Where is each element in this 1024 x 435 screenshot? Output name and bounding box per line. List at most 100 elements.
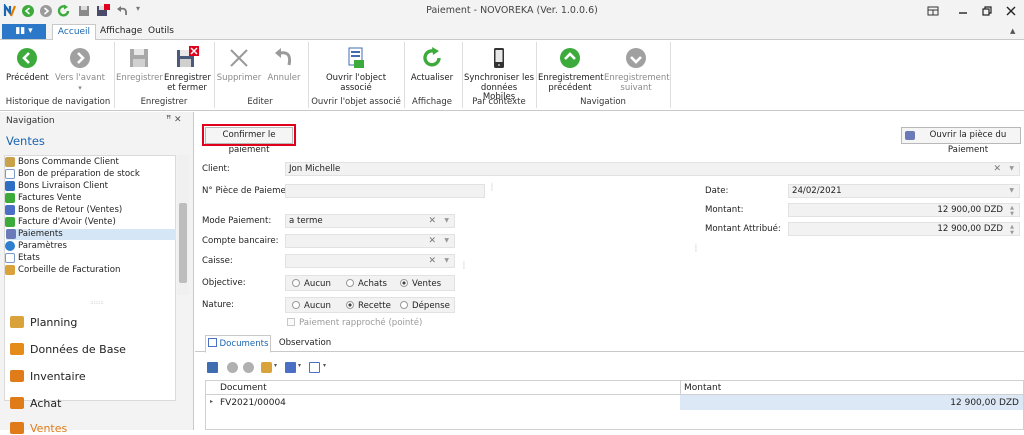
nav-group-ventes[interactable]: Ventes: [10, 422, 67, 435]
nav-item-parametres[interactable]: Paramètres: [5, 241, 67, 252]
enregistrement-precedent-button[interactable]: Enregistrement précédent: [538, 46, 604, 93]
restore-icon[interactable]: [980, 4, 994, 18]
navigation-group-title: Ventes: [6, 134, 45, 148]
checkbox-icon: [287, 318, 295, 326]
page-icon: [5, 169, 15, 179]
mode-field[interactable]: a terme ✕ ▼: [285, 214, 455, 228]
objective-option-aucun[interactable]: Aucun: [292, 279, 331, 289]
enregistrer-fermer-button[interactable]: Enregistrer et fermer: [164, 46, 211, 93]
supprimer-button[interactable]: Supprimer: [216, 46, 262, 84]
nav-group-achat[interactable]: Achat: [10, 397, 61, 410]
client-field[interactable]: Jon Michelle ✕ ▼: [285, 162, 1020, 176]
caisse-field[interactable]: ✕ ▼: [285, 254, 455, 268]
chevron-down-icon[interactable]: ▾: [323, 362, 326, 369]
clear-icon[interactable]: ✕: [428, 235, 436, 247]
tab-outils[interactable]: Outils: [144, 24, 178, 40]
spin-icon[interactable]: ▲ ▼: [1010, 205, 1014, 217]
invoice-icon: [5, 193, 15, 203]
nav-item-corbeille[interactable]: Corbeille de Facturation: [5, 265, 120, 276]
ouvrir-objet-button[interactable]: Ouvrir l'object associé: [312, 46, 400, 93]
ribbon-tab-bar: ▮▮ ▾ Accueil Affichage Outils ▲: [0, 22, 1024, 40]
nav-item-paiements[interactable]: Paiements: [6, 229, 176, 240]
nav-group-donnees[interactable]: Données de Base: [10, 343, 126, 356]
splitter-grip[interactable]: ⁞ ⁞: [695, 244, 697, 254]
nav-group-planning[interactable]: Planning: [10, 316, 77, 329]
piece-input[interactable]: [285, 184, 485, 198]
enregistrer-button[interactable]: Enregistrer: [116, 46, 163, 84]
nav-item-bon-preparation[interactable]: Bon de préparation de stock: [5, 169, 140, 180]
minimize-icon[interactable]: [956, 4, 970, 18]
nature-option-depense[interactable]: Dépense: [400, 301, 450, 311]
objective-option-ventes[interactable]: Ventes: [400, 279, 441, 289]
column-header-montant[interactable]: Montant: [684, 383, 721, 393]
nav-item-bons-livraison[interactable]: Bons Livraison Client: [5, 181, 108, 192]
pin-close-icon[interactable]: ꟸ ✕: [166, 115, 182, 125]
ribbon-separator: [308, 42, 309, 108]
vers-avant-button[interactable]: Vers l'avant ▾: [54, 46, 106, 93]
grid-header: Document Montant: [206, 381, 1023, 395]
column-header-document[interactable]: Document: [220, 383, 267, 393]
nav-item-factures-vente[interactable]: Factures Vente: [5, 193, 81, 204]
splitter-grip[interactable]: ::::::::: [0, 300, 194, 306]
date-field[interactable]: 24/02/2021 ▼: [788, 184, 1020, 198]
save-layout-icon[interactable]: [285, 362, 296, 373]
collapse-ribbon-icon[interactable]: ▲: [1010, 27, 1015, 35]
rapproche-checkbox[interactable]: Paiement rapproché (pointé): [287, 318, 422, 328]
layout-icon[interactable]: [926, 4, 940, 18]
add-row-icon[interactable]: [207, 362, 218, 373]
objective-option-achats[interactable]: Achats: [346, 279, 387, 289]
clear-icon[interactable]: ✕: [428, 215, 436, 227]
export-icon[interactable]: [261, 362, 272, 373]
scrollbar-thumb[interactable]: [179, 203, 187, 283]
arrow-up-icon: [558, 46, 582, 70]
splitter-grip[interactable]: ⁞ ⁞: [491, 183, 493, 193]
nav-item-etats[interactable]: Etats: [5, 253, 40, 264]
actualiser-button[interactable]: Actualiser: [408, 46, 456, 84]
folder-icon: [10, 316, 24, 328]
cell-montant[interactable]: 12 900,00 DZD: [950, 398, 1019, 408]
search-icon[interactable]: [309, 362, 320, 373]
open-payment-piece-button[interactable]: Ouvrir la pièce du Paiement: [901, 127, 1021, 155]
montant-field[interactable]: 12 900,00 DZD ▲ ▼: [788, 203, 1020, 217]
montant-attribue-field[interactable]: 12 900,00 DZD ▲ ▼: [788, 222, 1020, 236]
clear-icon[interactable]: ✕: [993, 163, 1001, 175]
splitter-grip[interactable]: ⁞ ⁞: [463, 261, 465, 271]
chevron-down-icon[interactable]: ▼: [444, 255, 449, 267]
annuler-button[interactable]: Annuler: [264, 46, 304, 84]
montant-attribue-label: Montant Attribué:: [705, 224, 781, 234]
precedent-button[interactable]: Précédent: [6, 46, 49, 84]
chevron-down-icon[interactable]: ▼: [444, 235, 449, 247]
chevron-down-icon[interactable]: ▼: [444, 215, 449, 227]
tab-documents[interactable]: Documents: [205, 335, 271, 353]
prev-row-icon[interactable]: [227, 362, 238, 373]
chevron-down-icon[interactable]: ▼: [1009, 163, 1014, 175]
nature-option-recette[interactable]: Recette: [346, 301, 391, 311]
tab-observation[interactable]: Observation: [275, 335, 335, 353]
ribbon-separator: [214, 42, 215, 108]
compte-field[interactable]: ✕ ▼: [285, 234, 455, 248]
next-row-icon[interactable]: [243, 362, 254, 373]
nav-item-facture-avoir[interactable]: Facture d'Avoir (Vente): [5, 217, 116, 228]
cell-document[interactable]: FV2021/00004: [220, 398, 286, 408]
chevron-down-icon[interactable]: ▼: [1009, 185, 1014, 197]
navigation-scrollbar[interactable]: [177, 155, 189, 295]
nature-option-aucun[interactable]: Aucun: [292, 301, 331, 311]
chevron-down-icon[interactable]: ▾: [298, 362, 301, 369]
spin-icon[interactable]: ▲ ▼: [1010, 224, 1014, 236]
save-close-icon: [175, 46, 199, 70]
enregistrement-suivant-button[interactable]: Enregistrement suivant: [604, 46, 670, 93]
nav-item-bons-commande[interactable]: Bons Commande Client: [5, 157, 119, 168]
nav-item-bons-retour[interactable]: Bons de Retour (Ventes): [5, 205, 122, 216]
clear-icon[interactable]: ✕: [428, 255, 436, 267]
tab-affichage[interactable]: Affichage: [100, 24, 142, 40]
chevron-down-icon[interactable]: ▾: [274, 362, 277, 369]
confirm-payment-button[interactable]: Confirmer le paiement: [205, 127, 293, 155]
file-menu-button[interactable]: ▮▮ ▾: [2, 24, 46, 39]
radio-icon: [400, 301, 408, 309]
tab-accueil[interactable]: Accueil: [52, 24, 96, 40]
table-row[interactable]: ▸ FV2021/00004 12 900,00 DZD: [206, 395, 1023, 410]
nav-group-inventaire[interactable]: Inventaire: [10, 370, 86, 383]
close-icon[interactable]: [1004, 4, 1018, 18]
navigation-pane: Navigation ꟸ ✕ Ventes Bons Commande Clie…: [0, 112, 194, 435]
synchroniser-button[interactable]: Synchroniser les données Mobiles: [464, 46, 534, 103]
